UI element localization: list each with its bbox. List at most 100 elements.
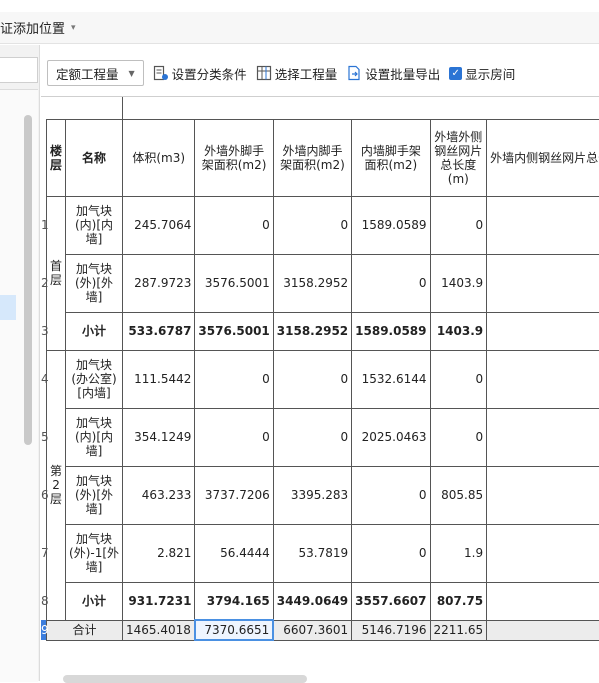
row-number[interactable]: 8 xyxy=(41,582,46,620)
selected-value-cell[interactable]: 7370.6651 xyxy=(195,620,273,640)
value-cell-clipped[interactable] xyxy=(487,312,599,350)
value-cell[interactable]: 3557.6607 xyxy=(352,582,430,620)
left-tree-selected-item[interactable] xyxy=(0,295,16,320)
header-ext-outer-scaffold[interactable]: 外墙外脚手架面积(m2) xyxy=(195,119,273,196)
value-cell[interactable]: 0 xyxy=(273,350,351,408)
quantity-type-dropdown[interactable]: 定额工程量 ▼ xyxy=(47,60,144,86)
header-ext-inner-scaffold[interactable]: 外墙内脚手架面积(m2) xyxy=(273,119,351,196)
value-cell[interactable]: 5146.7196 xyxy=(352,620,430,640)
component-name-cell[interactable]: 加气块(内)[内墙] xyxy=(66,408,123,466)
value-cell[interactable]: 931.7231 xyxy=(123,582,195,620)
value-cell[interactable]: 3794.165 xyxy=(195,582,273,620)
value-cell[interactable]: 1403.9 xyxy=(430,312,487,350)
component-name-cell[interactable]: 加气块(办公室)[内墙] xyxy=(66,350,123,408)
row-number[interactable]: 4 xyxy=(41,350,46,408)
row-number[interactable]: 5 xyxy=(41,408,46,466)
row-number[interactable]: 2 xyxy=(41,254,46,312)
value-cell[interactable]: 1589.0589 xyxy=(352,312,430,350)
row-number[interactable]: 1 xyxy=(41,196,46,254)
value-cell[interactable]: 805.85 xyxy=(430,466,487,524)
value-cell[interactable]: 1532.6144 xyxy=(352,350,430,408)
value-cell[interactable]: 53.7819 xyxy=(273,524,351,582)
grand-total-label[interactable]: 合计 xyxy=(47,620,123,640)
table-row[interactable]: 加气块(内)[内墙]354.1249002025.04630 xyxy=(47,408,599,466)
value-cell[interactable]: 0 xyxy=(430,196,487,254)
value-cell[interactable]: 0 xyxy=(430,350,487,408)
value-cell-clipped[interactable] xyxy=(487,196,599,254)
horizontal-scrollbar[interactable] xyxy=(63,675,307,683)
value-cell[interactable]: 0 xyxy=(352,466,430,524)
value-cell[interactable]: 2211.65 xyxy=(430,620,487,640)
value-cell[interactable]: 3395.283 xyxy=(273,466,351,524)
subtotal-row[interactable]: 小计533.67873576.50013158.29521589.0589140… xyxy=(47,312,599,350)
value-cell[interactable]: 2025.0463 xyxy=(352,408,430,466)
row-number[interactable]: 7 xyxy=(41,524,46,582)
floor-cell[interactable]: 第2层 xyxy=(47,350,66,620)
row-number[interactable]: 9 xyxy=(41,620,46,640)
value-cell-clipped[interactable] xyxy=(487,254,599,312)
value-cell[interactable]: 6607.3601 xyxy=(273,620,351,640)
subtotal-label[interactable]: 小计 xyxy=(66,582,123,620)
location-title[interactable]: 证添加位置 xyxy=(0,18,65,37)
value-cell[interactable]: 0 xyxy=(273,408,351,466)
value-cell[interactable]: 1.9 xyxy=(430,524,487,582)
value-cell-clipped[interactable] xyxy=(487,582,599,620)
header-int-scaffold[interactable]: 内墙脚手架面积(m2) xyxy=(352,119,430,196)
show-room-checkbox[interactable]: ✓ xyxy=(449,67,462,80)
grand-total-row[interactable]: 合计1465.40187370.66516607.36015146.719622… xyxy=(47,620,599,640)
batch-export-button[interactable]: 设置批量导出 xyxy=(346,64,440,83)
value-cell[interactable]: 2.821 xyxy=(123,524,195,582)
row-number[interactable]: 6 xyxy=(41,466,46,524)
value-cell[interactable]: 3576.5001 xyxy=(195,312,273,350)
value-cell[interactable]: 807.75 xyxy=(430,582,487,620)
value-cell-clipped[interactable] xyxy=(487,466,599,524)
value-cell[interactable]: 533.6787 xyxy=(123,312,195,350)
location-dropdown-arrow-icon[interactable]: ▾ xyxy=(71,23,76,33)
value-cell-clipped[interactable] xyxy=(487,408,599,466)
table-row[interactable]: 加气块(外)[外墙]287.97233576.50013158.29520140… xyxy=(47,254,599,312)
set-classification-button[interactable]: 设置分类条件 xyxy=(153,64,247,83)
select-quantity-button[interactable]: 选择工程量 xyxy=(256,64,338,83)
value-cell[interactable]: 3158.2952 xyxy=(273,254,351,312)
value-cell-clipped[interactable] xyxy=(487,350,599,408)
value-cell[interactable]: 0 xyxy=(195,350,273,408)
header-floor[interactable]: 楼层 xyxy=(47,119,66,196)
left-tree-list[interactable] xyxy=(0,89,38,682)
header-name[interactable]: 名称 xyxy=(66,119,123,196)
value-cell[interactable]: 287.9723 xyxy=(123,254,195,312)
value-cell[interactable]: 3449.0649 xyxy=(273,582,351,620)
left-panel-scrollbar[interactable] xyxy=(24,115,32,445)
header-ext-outer-mesh[interactable]: 外墙外侧钢丝网片总长度(m) xyxy=(430,119,487,196)
table-row[interactable]: 首层加气块(内)[内墙]245.7064001589.05890 xyxy=(47,196,599,254)
value-cell[interactable]: 0 xyxy=(195,196,273,254)
component-name-cell[interactable]: 加气块(内)[内墙] xyxy=(66,196,123,254)
header-ext-inner-mesh[interactable]: 外墙内侧钢丝网片总长度 xyxy=(487,119,599,196)
value-cell-clipped[interactable] xyxy=(487,524,599,582)
value-cell[interactable]: 1589.0589 xyxy=(352,196,430,254)
row-number[interactable]: 3 xyxy=(41,312,46,350)
value-cell[interactable]: 3737.7206 xyxy=(195,466,273,524)
show-room-toggle[interactable]: ✓ 显示房间 xyxy=(449,64,515,83)
value-cell[interactable]: 463.233 xyxy=(123,466,195,524)
floor-cell[interactable]: 首层 xyxy=(47,196,66,350)
subtotal-row[interactable]: 小计931.72313794.1653449.06493557.6607807.… xyxy=(47,582,599,620)
value-cell[interactable]: 0 xyxy=(352,524,430,582)
left-search-input[interactable] xyxy=(0,57,38,83)
value-cell[interactable]: 1465.4018 xyxy=(123,620,195,640)
value-cell[interactable]: 1403.9 xyxy=(430,254,487,312)
table-row[interactable]: 加气块(外)[外墙]463.2333737.72063395.2830805.8… xyxy=(47,466,599,524)
value-cell[interactable]: 0 xyxy=(430,408,487,466)
value-cell[interactable]: 0 xyxy=(273,196,351,254)
subtotal-label[interactable]: 小计 xyxy=(66,312,123,350)
value-cell[interactable]: 0 xyxy=(352,254,430,312)
value-cell[interactable]: 56.4444 xyxy=(195,524,273,582)
table-row[interactable]: 第2层加气块(办公室)[内墙]111.5442001532.61440 xyxy=(47,350,599,408)
value-cell[interactable]: 3158.2952 xyxy=(273,312,351,350)
value-cell[interactable]: 3576.5001 xyxy=(195,254,273,312)
component-name-cell[interactable]: 加气块(外)[外墙] xyxy=(66,466,123,524)
value-cell[interactable]: 245.7064 xyxy=(123,196,195,254)
value-cell[interactable]: 111.5442 xyxy=(123,350,195,408)
value-cell[interactable]: 354.1249 xyxy=(123,408,195,466)
table-row[interactable]: 加气块(外)-1[外墙]2.82156.444453.781901.9 xyxy=(47,524,599,582)
value-cell-clipped[interactable] xyxy=(487,620,599,640)
